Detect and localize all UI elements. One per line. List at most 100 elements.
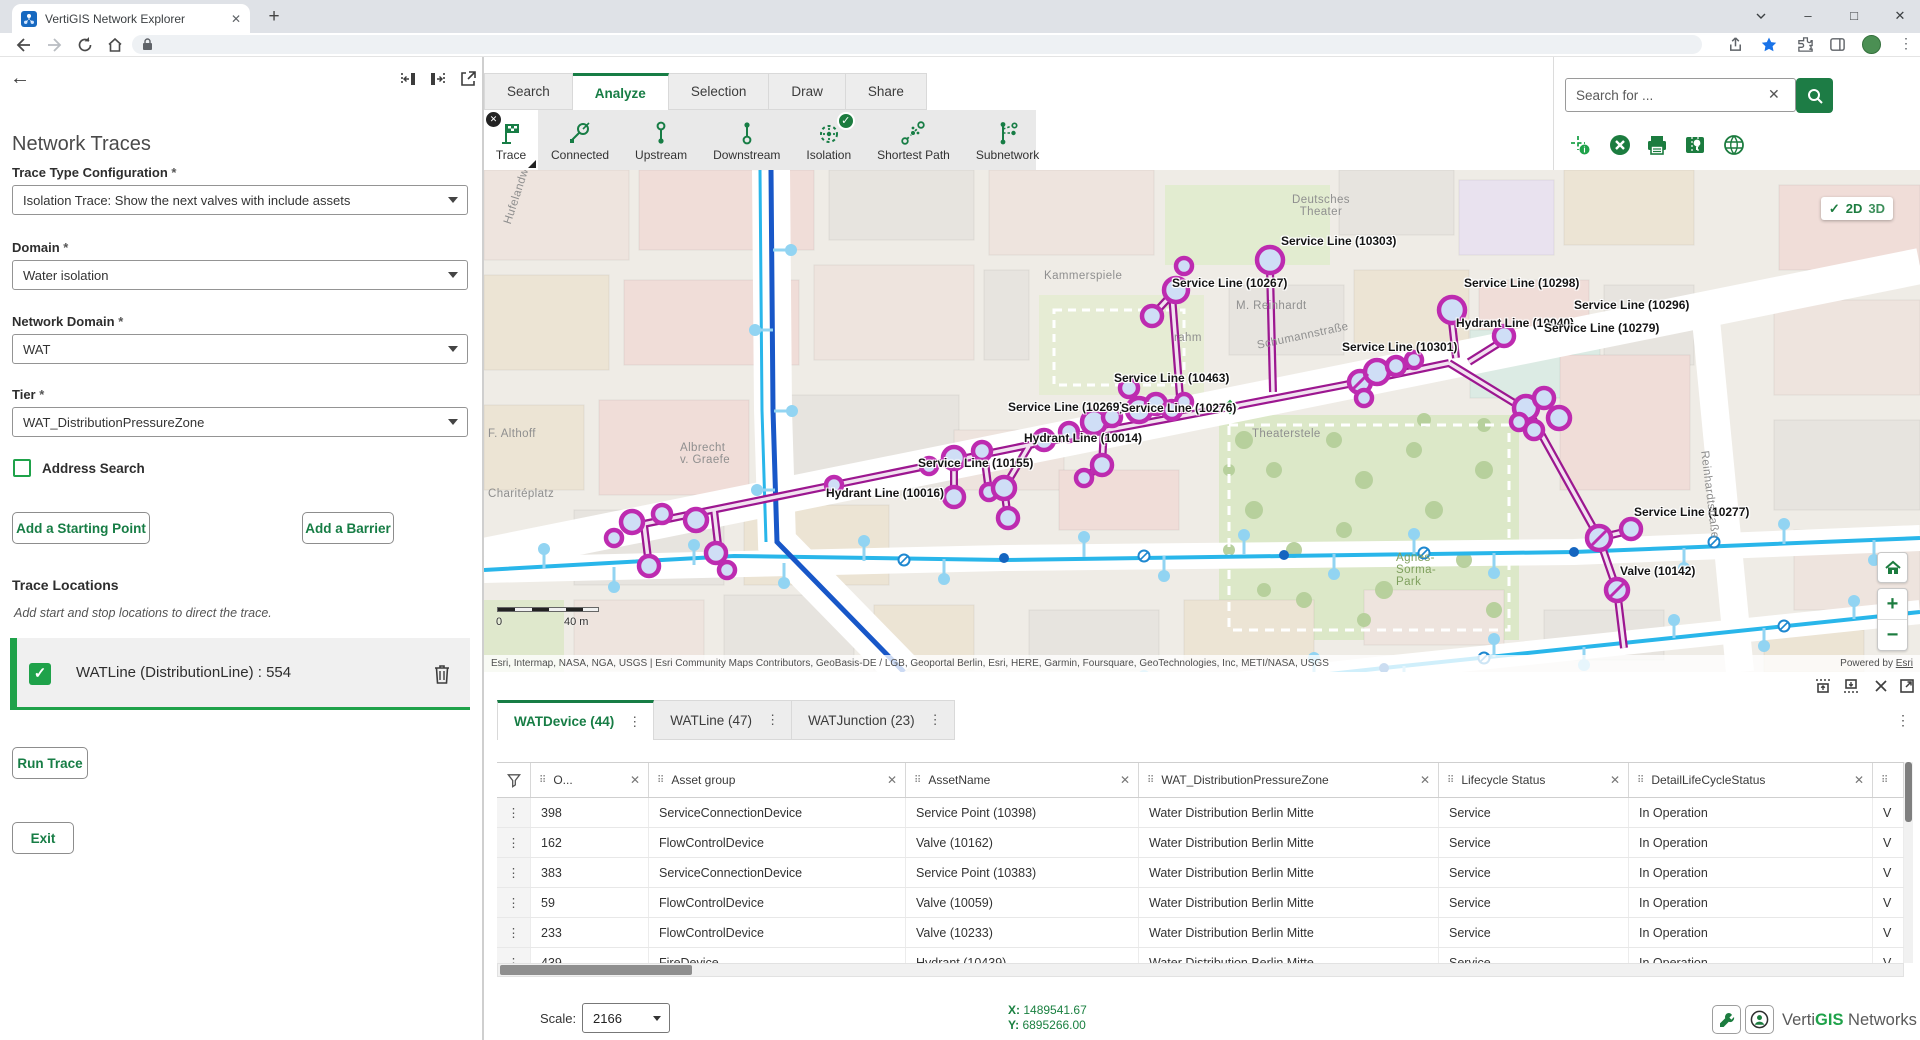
table-row[interactable]: ⋮398ServiceConnectionDeviceService Point… [497,798,1904,828]
dock-window-down-icon[interactable] [1842,677,1860,695]
profile-avatar[interactable] [1862,35,1881,54]
browser-tab[interactable]: VertiGIS Network Explorer ✕ [12,4,250,33]
zoom-in-button[interactable]: + [1878,589,1907,620]
table-row[interactable]: ⋮162FlowControlDeviceValve (10162)Water … [497,828,1904,858]
zoom-out-button[interactable]: − [1878,620,1907,651]
table-row[interactable]: ⋮383ServiceConnectionDeviceService Point… [497,858,1904,888]
column-header[interactable]: ⠿AssetName✕ [906,763,1139,797]
tools-button[interactable] [1712,1005,1741,1034]
row-menu-icon[interactable]: ⋮ [497,888,531,917]
browser-back-icon[interactable] [14,36,32,54]
column-header[interactable]: ⠿O...✕ [531,763,649,797]
view-3d[interactable]: 3D [1868,201,1885,216]
connected-tool-button[interactable]: Connected [538,110,622,170]
trash-icon[interactable] [432,663,452,685]
address-bar[interactable] [132,35,1702,54]
column-header[interactable]: ⠿Lifecycle Status✕ [1439,763,1629,797]
remove-column-icon[interactable]: ✕ [887,773,897,787]
domain-select[interactable]: Water isolation [12,260,468,290]
extensions-puzzle-icon[interactable] [1797,36,1815,54]
subnetwork-tool-button[interactable]: Subnetwork [963,110,1052,170]
tab-menu-icon[interactable]: ⋮ [929,712,942,728]
esri-link[interactable]: Esri [1896,658,1913,669]
tab-selection[interactable]: Selection [669,73,770,110]
tab-search[interactable]: Search [484,73,573,110]
tab-analyze[interactable]: Analyze [573,73,669,110]
trace-tool-button[interactable]: ✕ Trace [484,110,538,170]
scale-select[interactable]: 2166 [582,1003,670,1033]
scrollbar-thumb[interactable] [1905,762,1912,822]
remove-column-icon[interactable]: ✕ [1120,773,1130,787]
dock-panel-left-icon[interactable] [398,69,418,89]
browser-reload-icon[interactable] [76,36,94,54]
dock-window-up-icon[interactable] [1814,677,1832,695]
shortest-path-tool-button[interactable]: Shortest Path [864,110,963,170]
tab-draw[interactable]: Draw [769,73,846,110]
search-button[interactable] [1796,78,1833,113]
row-menu-icon[interactable]: ⋮ [497,858,531,887]
search-clear-icon[interactable]: ✕ [1768,86,1780,103]
map-export-icon[interactable] [1683,133,1707,157]
column-header[interactable]: ⠿WAT_DistributionPressureZone✕ [1139,763,1439,797]
add-starting-point-button[interactable]: Add a Starting Point [12,512,150,544]
window-close-button[interactable]: ✕ [1886,4,1914,28]
add-point-info-icon[interactable]: i [1568,133,1592,157]
tab-menu-icon[interactable]: ⋮ [766,712,779,728]
exit-button[interactable]: Exit [12,822,74,854]
network-domain-select[interactable]: WAT [12,334,468,364]
tab-menu-icon[interactable]: ⋮ [628,714,641,730]
drag-handle-icon[interactable]: ⠿ [1637,775,1644,786]
tab-share[interactable]: Share [846,73,927,110]
browser-home-icon[interactable] [106,36,124,54]
bookmark-star-icon[interactable] [1760,36,1778,54]
isolation-tool-button[interactable]: Isolation ✓ [793,110,864,170]
close-results-icon[interactable] [1872,677,1890,695]
drag-handle-icon[interactable]: ⠿ [657,775,664,786]
window-chevron-icon[interactable] [1747,4,1775,28]
cancel-icon[interactable] [1608,133,1632,157]
column-header[interactable]: ⠿DetailLifeCycleStatus✕ [1629,763,1873,797]
map-view[interactable]: Service Line (10303)Service Line (10267)… [484,170,1920,672]
remove-column-icon[interactable]: ✕ [630,773,640,787]
drag-handle-icon[interactable]: ⠿ [1147,775,1154,786]
panel-back-button[interactable]: ← [10,67,30,90]
print-icon[interactable] [1645,133,1669,157]
column-header[interactable]: ⠿Asset group✕ [649,763,906,797]
drag-handle-icon[interactable]: ⠿ [539,775,546,786]
vertical-scrollbar[interactable] [1904,762,1913,963]
tab-close-icon[interactable]: ✕ [231,12,241,26]
upstream-tool-button[interactable]: Upstream [622,110,700,170]
view-mode-toggle[interactable]: ✓ 2D 3D [1821,197,1893,220]
row-menu-icon[interactable]: ⋮ [497,798,531,827]
drag-handle-icon[interactable]: ⠿ [1881,775,1888,786]
row-menu-icon[interactable]: ⋮ [497,828,531,857]
view-2d[interactable]: 2D [1846,201,1863,216]
filter-header-cell[interactable] [497,763,531,797]
dock-panel-right-icon[interactable] [428,69,448,89]
row-menu-icon[interactable]: ⋮ [497,948,531,963]
window-maximize-button[interactable]: □ [1840,4,1868,28]
browser-menu-icon[interactable]: ⋮ [1899,35,1913,52]
scrollbar-thumb[interactable] [500,965,692,975]
row-menu-icon[interactable]: ⋮ [497,918,531,947]
table-row[interactable]: ⋮439FireDeviceHydrant (10439)Water Distr… [497,948,1904,963]
remove-column-icon[interactable]: ✕ [1420,773,1430,787]
drag-handle-icon[interactable]: ⠿ [1447,775,1454,786]
share-icon[interactable] [1727,36,1745,54]
remove-column-icon[interactable]: ✕ [1854,773,1864,787]
window-minimize-button[interactable]: – [1794,4,1822,28]
address-search-checkbox[interactable] [13,459,31,477]
tab-watdevice[interactable]: WATDevice (44)⋮ [497,700,654,740]
open-in-new-window-icon[interactable] [458,69,478,89]
user-button[interactable] [1745,1005,1774,1034]
column-header-partial[interactable]: ⠿ [1873,763,1904,797]
new-tab-button[interactable]: + [262,5,286,29]
tier-select[interactable]: WAT_DistributionPressureZone [12,407,468,437]
home-extent-button[interactable] [1877,552,1908,583]
search-input[interactable] [1565,78,1796,112]
trace-location-item[interactable]: ✓ WATLine (DistributionLine) : 554 [10,638,470,710]
tab-watline[interactable]: WATLine (47)⋮ [654,700,792,740]
browser-forward-icon[interactable] [46,36,64,54]
trace-type-select[interactable]: Isolation Trace: Show the next valves wi… [12,185,468,215]
add-barrier-button[interactable]: Add a Barrier [302,512,394,544]
